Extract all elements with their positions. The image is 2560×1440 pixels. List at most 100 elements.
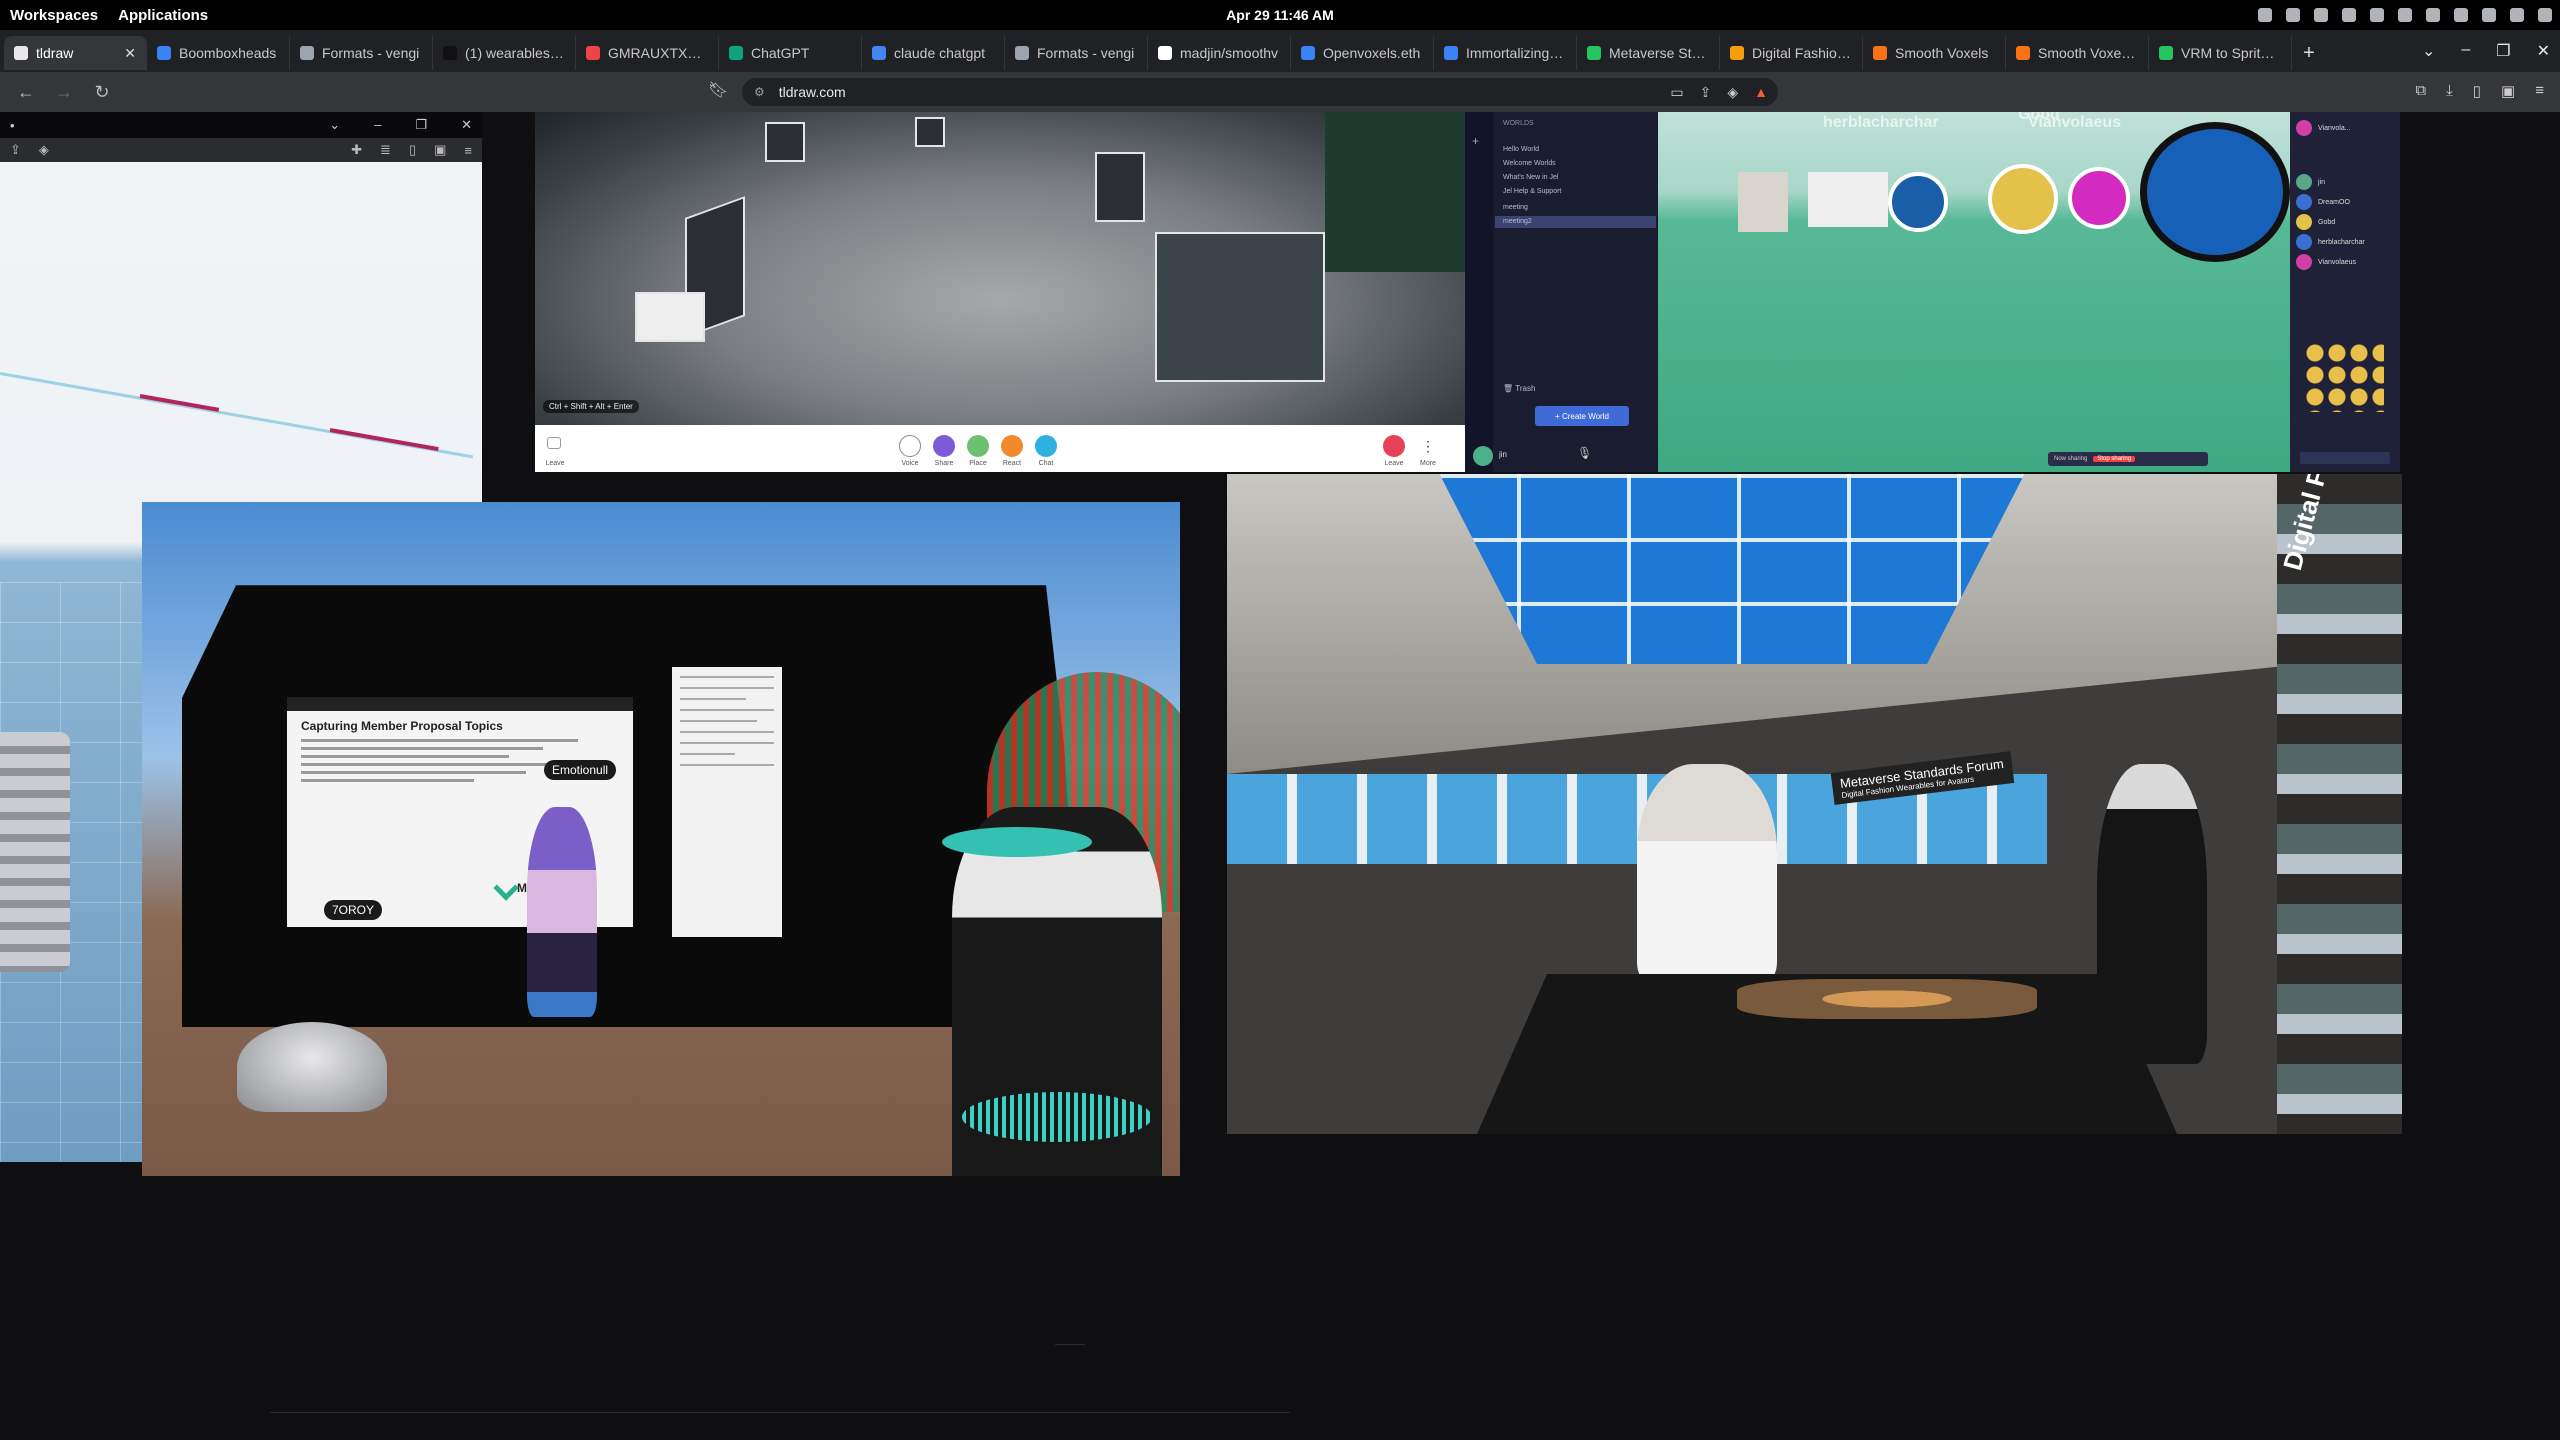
downloads-icon[interactable]: ⤓: [2446, 82, 2453, 100]
sidebar-icon[interactable]: ▯: [2473, 82, 2481, 100]
sidebar-icon[interactable]: ▯: [409, 142, 416, 158]
add-icon[interactable]: +: [1472, 134, 1486, 148]
trash-item[interactable]: 🗑︎ Trash: [1503, 384, 1535, 393]
tab-7[interactable]: Formats - vengi: [1005, 36, 1148, 70]
microphone-icon[interactable]: 🎙︎: [1577, 446, 1592, 460]
new-tab-button[interactable]: +: [2292, 36, 2326, 70]
share-icon[interactable]: ⇪: [1700, 84, 1712, 101]
menu-icon[interactable]: ≡: [2535, 82, 2544, 100]
more-menu-icon[interactable]: ⋮: [1417, 435, 1439, 457]
bookmark-icon[interactable]: 🔖︎: [708, 80, 728, 100]
tab-5[interactable]: ChatGPT: [719, 36, 862, 70]
world-viewport[interactable]: herblacharchar Gobd Vianvolaeus Now shar…: [1658, 112, 2290, 472]
avatar-bubble[interactable]: [2068, 167, 2130, 229]
member-item[interactable]: jin: [2296, 174, 2325, 190]
restore-icon[interactable]: ❐: [415, 117, 427, 133]
applications-menu[interactable]: Applications: [108, 7, 218, 24]
workspaces-menu[interactable]: Workspaces: [0, 7, 108, 24]
vr-meeting-frame[interactable]: Capturing Member Proposal Topics Metaver…: [142, 502, 1180, 1176]
avatar-character[interactable]: [1637, 764, 1777, 984]
room-item[interactable]: meeting2: [1503, 218, 1532, 225]
shield-icon[interactable]: ◈: [39, 142, 49, 158]
site-info-icon[interactable]: ⚙: [754, 85, 765, 99]
close-icon[interactable]: ✕: [461, 117, 472, 133]
tab-1[interactable]: Boomboxheads: [147, 36, 290, 70]
tab-search-icon[interactable]: ⌄: [2422, 41, 2435, 61]
gallery-video-frame[interactable]: Ctrl + Shift + Alt + Enter Leave Voice S…: [535, 112, 1465, 472]
avatar-bubble[interactable]: [1888, 172, 1948, 232]
tab-14[interactable]: Smooth Voxel Pl: [2006, 36, 2149, 70]
power-icon[interactable]: [2538, 8, 2552, 22]
network-icon[interactable]: [2454, 8, 2468, 22]
restore-button[interactable]: ❐: [2496, 41, 2510, 61]
volume-icon[interactable]: [2482, 8, 2496, 22]
world-app-frame[interactable]: + WORLDS Hello World Welcome Worlds What…: [1465, 112, 2400, 472]
react-button[interactable]: [1001, 435, 1023, 457]
chat-button[interactable]: [1035, 435, 1057, 457]
tab-10[interactable]: Immortalizing W: [1434, 36, 1577, 70]
tab-13[interactable]: Smooth Voxels: [1863, 36, 2006, 70]
minimize-icon[interactable]: –: [374, 117, 381, 133]
tab-8[interactable]: madjin/smoothv: [1148, 36, 1291, 70]
tab-2[interactable]: Formats - vengi: [290, 36, 433, 70]
member-item[interactable]: Vianvolaeus: [2296, 254, 2356, 270]
share-screen-button[interactable]: [933, 435, 955, 457]
address-bar[interactable]: ⚙ tldraw.com ▭ ⇪ ◈ ▲: [742, 78, 1778, 106]
place-button[interactable]: [967, 435, 989, 457]
chevron-down-icon[interactable]: ⌄: [329, 117, 340, 133]
back-button[interactable]: ←: [12, 78, 40, 106]
stop-sharing-button[interactable]: Stop sharing: [2093, 456, 2136, 462]
tab-9[interactable]: Openvoxels.eth: [1291, 36, 1434, 70]
key-icon[interactable]: [2426, 8, 2440, 22]
create-world-button[interactable]: + Create World: [1535, 406, 1629, 426]
clock[interactable]: Apr 29 11:46 AM: [1200, 7, 1360, 23]
build-toolbar[interactable]: [2300, 452, 2390, 464]
forward-button[interactable]: →: [50, 78, 78, 106]
tab-12[interactable]: Digital Fashion W: [1720, 36, 1863, 70]
reload-button[interactable]: ↻: [88, 78, 116, 106]
room-item[interactable]: Jel Help & Support: [1503, 188, 1561, 195]
cast-icon[interactable]: ▭: [1670, 84, 1683, 101]
microphone-icon[interactable]: [899, 435, 921, 457]
tab-3[interactable]: (1) wearables fro: [433, 36, 576, 70]
wallet-icon[interactable]: ▣: [2501, 82, 2515, 100]
avatar-bubble[interactable]: [1988, 164, 2058, 234]
room-item[interactable]: Hello World: [1503, 146, 1539, 153]
tldraw-canvas[interactable]: • ⌄ – ❐ ✕ ⇪ ◈ ✚ ≣ ▯ ▣ ≡ Ctrl + Shift + A…: [0, 112, 2560, 1440]
brave-shield-icon[interactable]: ◈: [1727, 84, 1738, 101]
vpn-icon[interactable]: [2314, 8, 2328, 22]
clipboard-icon[interactable]: [2398, 8, 2412, 22]
close-tab-icon[interactable]: ✕: [124, 45, 136, 62]
emoji-reactions[interactable]: [2304, 342, 2384, 412]
microphone-icon[interactable]: [2510, 8, 2524, 22]
leave-button[interactable]: [1383, 435, 1405, 457]
member-item[interactable]: Vianvola...: [2296, 120, 2351, 136]
room-item[interactable]: Welcome Worlds: [1503, 160, 1556, 167]
tab-15[interactable]: VRM to Spritesh: [2149, 36, 2292, 70]
room-item[interactable]: meeting: [1503, 204, 1528, 211]
member-item[interactable]: DreamOO: [2296, 194, 2350, 210]
member-item[interactable]: herblacharchar: [2296, 234, 2365, 250]
minimize-button[interactable]: –: [2461, 41, 2470, 61]
tab-0[interactable]: tldraw ✕: [4, 36, 147, 70]
screenshot-icon[interactable]: [2258, 8, 2272, 22]
share-icon[interactable]: ⇪: [10, 142, 21, 158]
close-window-button[interactable]: ✕: [2537, 41, 2550, 61]
room-item[interactable]: What's New in Jel: [1503, 174, 1558, 181]
menu-icon[interactable]: ≡: [464, 143, 472, 158]
bunny-avatar[interactable]: [237, 1022, 387, 1112]
discord-icon[interactable]: [2370, 8, 2384, 22]
forum-room-frame[interactable]: Digital Fashion Wear Metaverse Standards…: [1227, 474, 2402, 1134]
envelope-icon[interactable]: [547, 437, 561, 449]
brave-rewards-icon[interactable]: ▲: [1754, 84, 1768, 101]
avatar[interactable]: [1473, 446, 1493, 466]
tab-4[interactable]: GMRAUXTXWAAdi: [576, 36, 719, 70]
tab-11[interactable]: Metaverse Stand: [1577, 36, 1720, 70]
puzzle-icon[interactable]: ✚: [351, 142, 362, 158]
zoom-icon[interactable]: [2286, 8, 2300, 22]
tab-6[interactable]: claude chatgpt: [862, 36, 1005, 70]
avatar-character[interactable]: [527, 807, 597, 1017]
member-item[interactable]: Gobd: [2296, 214, 2335, 230]
bluetooth-icon[interactable]: [2342, 8, 2356, 22]
extensions-icon[interactable]: ⧉: [2415, 82, 2426, 100]
